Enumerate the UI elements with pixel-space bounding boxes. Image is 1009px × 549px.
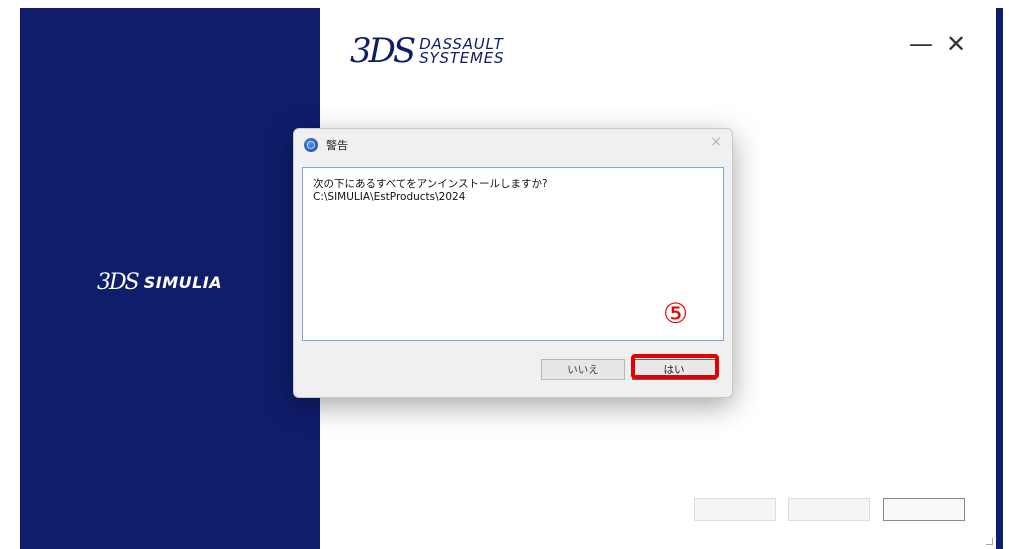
brand-line2: SYSTEMES — [419, 49, 505, 67]
3ds-brand-mark: 3DS — [350, 31, 416, 71]
dialog-close-button[interactable]: × — [710, 134, 722, 150]
right-border-strip — [996, 8, 1003, 549]
resize-grip[interactable] — [986, 538, 993, 545]
close-window-button[interactable]: ✕ — [946, 32, 966, 56]
window-top-strip — [20, 0, 996, 8]
3ds-logo-mark: 3DS — [97, 270, 140, 295]
simulia-logo-text: SIMULIA — [143, 273, 223, 292]
dialog-message-box: 次の下にあるすべてをアンインストールしますか? C:\SIMULIA\EstPr… — [302, 167, 724, 341]
cancel-button[interactable] — [883, 498, 965, 521]
globe-icon — [304, 138, 318, 152]
dassault-systemes-logo: 3DS DASSAULT SYSTEMES — [350, 34, 504, 68]
minimize-button[interactable]: — — [909, 32, 933, 56]
yes-button-highlight — [631, 354, 719, 379]
back-button[interactable] — [694, 498, 776, 521]
brand-words: DASSAULT SYSTEMES — [419, 36, 505, 67]
dialog-message-line1: 次の下にあるすべてをアンインストールしますか? — [313, 178, 548, 190]
dialog-message-path: C:\SIMULIA\EstProducts\2024 — [313, 190, 466, 203]
dialog-title-bar: 警告 — [304, 137, 348, 153]
step-number-label: ⑤ — [663, 297, 689, 330]
dialog-title: 警告 — [326, 139, 348, 152]
no-button[interactable]: いいえ — [541, 359, 625, 380]
next-button[interactable] — [788, 498, 870, 521]
simulia-logo: 3DS SIMULIA — [97, 270, 222, 295]
